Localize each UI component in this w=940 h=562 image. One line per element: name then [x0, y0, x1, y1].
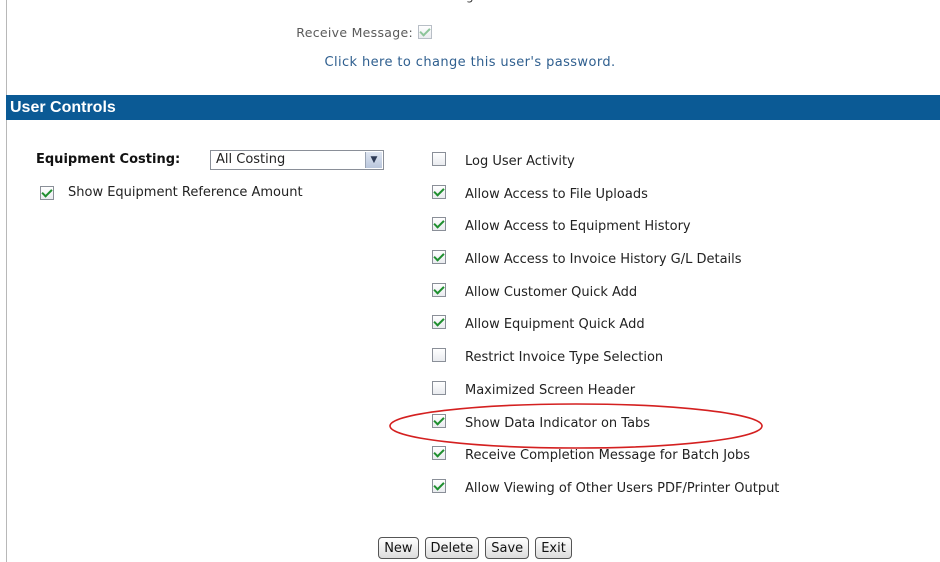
- show-reference-checkbox[interactable]: [40, 185, 54, 200]
- option-label: Maximized Screen Header: [465, 382, 636, 398]
- user-controls-header: User Controls: [6, 95, 940, 120]
- receive-message-row: Receive Message:: [0, 24, 940, 44]
- user-options-list: Log User Activity Allow Access to File Up…: [432, 151, 779, 511]
- action-buttons: New Delete Save Exit: [0, 537, 940, 559]
- option-item: Allow Access to File Uploads: [432, 184, 779, 217]
- show-reference-label: Show Equipment Reference Amount: [68, 185, 303, 200]
- delete-button[interactable]: Delete: [424, 537, 480, 559]
- option-item: Show Data Indicator on Tabs: [432, 413, 779, 446]
- option-checkbox[interactable]: [432, 446, 446, 461]
- option-checkbox[interactable]: [432, 217, 446, 232]
- option-label: Allow Access to Equipment History: [465, 219, 691, 235]
- change-password-link[interactable]: Click here to change this user's passwor…: [0, 55, 940, 70]
- option-item: Allow Viewing of Other Users PDF/Printer…: [432, 478, 779, 511]
- option-label: Log User Activity: [465, 154, 575, 169]
- receive-message-label: Receive Message:: [296, 25, 413, 40]
- exit-button[interactable]: Exit: [535, 537, 572, 559]
- show-reference-row: Show Equipment Reference Amount: [40, 185, 303, 200]
- option-checkbox[interactable]: [432, 380, 446, 395]
- option-label: Receive Completion Message for Batch Job…: [465, 448, 751, 464]
- clipped-text-fragment: g: [466, 0, 474, 3]
- chevron-down-icon[interactable]: ▼: [365, 152, 382, 168]
- option-label: Allow Customer Quick Add: [465, 284, 638, 300]
- option-item: Restrict Invoice Type Selection: [432, 347, 779, 380]
- option-label: Show Data Indicator on Tabs: [465, 415, 651, 431]
- option-item: Receive Completion Message for Batch Job…: [432, 445, 779, 478]
- left-border: [6, 0, 7, 562]
- option-item: Allow Equipment Quick Add: [432, 314, 779, 347]
- equipment-costing-select[interactable]: All Costing ▼: [210, 150, 384, 170]
- option-item: Allow Access to Equipment History: [432, 216, 779, 249]
- option-item: Allow Access to Invoice History G/L Deta…: [432, 249, 779, 282]
- option-label: Allow Viewing of Other Users PDF/Printer…: [465, 480, 780, 496]
- option-item: Log User Activity: [432, 151, 779, 184]
- save-button[interactable]: Save: [485, 537, 530, 559]
- receive-message-checkbox[interactable]: [418, 24, 432, 39]
- equipment-costing-label: Equipment Costing:: [36, 152, 181, 167]
- option-label: Allow Access to Invoice History G/L Deta…: [465, 252, 742, 268]
- option-item: Allow Customer Quick Add: [432, 282, 779, 315]
- option-checkbox[interactable]: [432, 152, 446, 166]
- option-label: Allow Access to File Uploads: [465, 186, 648, 202]
- option-checkbox[interactable]: [432, 413, 446, 428]
- option-checkbox[interactable]: [432, 478, 446, 493]
- option-label: Restrict Invoice Type Selection: [465, 350, 664, 366]
- option-checkbox[interactable]: [432, 315, 446, 330]
- option-item: Maximized Screen Header: [432, 380, 779, 413]
- new-button[interactable]: New: [378, 537, 419, 559]
- option-label: Allow Equipment Quick Add: [465, 317, 645, 333]
- option-checkbox[interactable]: [432, 250, 446, 265]
- option-checkbox[interactable]: [432, 184, 446, 199]
- option-checkbox[interactable]: [432, 348, 446, 363]
- option-checkbox[interactable]: [432, 282, 446, 297]
- equipment-costing-value: All Costing: [216, 152, 286, 167]
